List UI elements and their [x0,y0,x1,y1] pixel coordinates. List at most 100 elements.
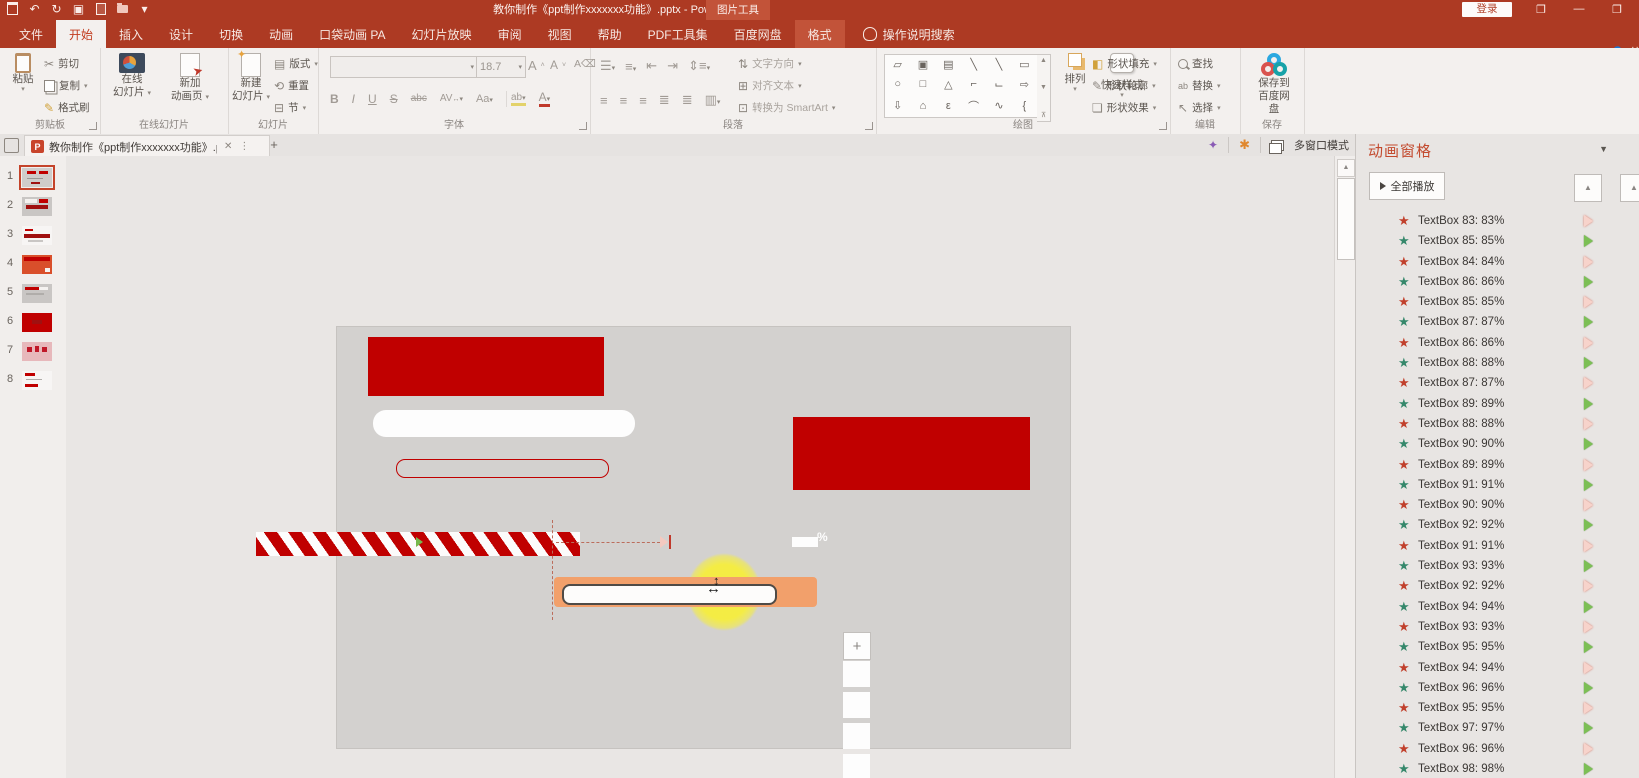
slide-thumbnail-1[interactable] [22,168,52,187]
shape-icon[interactable]: ○ [894,78,901,90]
shape-icon[interactable]: ╲ [970,58,977,71]
tab-more-icon[interactable]: ⋮ [239,141,249,152]
save-to-baidu-button[interactable]: 保存到 百度网盘 [1254,53,1294,116]
move-later-button[interactable]: ▲ [1620,174,1639,202]
progress-inner-box[interactable] [562,584,777,605]
tab-切换[interactable]: 切换 [206,20,256,48]
open-folder-icon[interactable] [116,2,129,15]
outdent-icon[interactable]: ⇤ [646,58,657,74]
section-button[interactable]: ⊟节▾ [274,100,306,115]
tab-帮助[interactable]: 帮助 [585,20,635,48]
shape-icon[interactable]: ▱ [893,58,901,71]
anim-item[interactable]: ★TextBox 96: 96% [1356,740,1639,760]
tab-插入[interactable]: 插入 [106,20,156,48]
anim-item[interactable]: ★TextBox 93: 93% [1356,618,1639,638]
new-tab-button[interactable]: + [266,137,282,153]
redo-icon[interactable]: ↻ [50,2,63,15]
shape-icon[interactable]: ⇩ [893,99,902,112]
white-cell[interactable] [843,754,870,778]
columns-icon[interactable]: ▥▾ [705,92,721,108]
text-direction-button[interactable]: ⇅文字方向▾ [738,56,802,71]
red-outlined-bar[interactable] [396,459,609,478]
anim-item[interactable]: ★TextBox 97: 97% [1356,719,1639,739]
anim-item[interactable]: ★TextBox 89: 89% [1356,395,1639,415]
white-cell[interactable] [843,661,870,687]
anim-item[interactable]: ★TextBox 90: 90% [1356,496,1639,516]
anim-item[interactable]: ★TextBox 87: 87% [1356,374,1639,394]
shape-icon[interactable]: ⌂ [920,100,927,112]
new-slide-button[interactable]: ✦ 新建 幻灯片 ▾ [232,53,270,103]
chevron-down-icon[interactable]: ▼ [1599,144,1608,154]
anim-item[interactable]: ★TextBox 90: 90% [1356,435,1639,455]
select-button[interactable]: ↖选择▾ [1178,100,1221,115]
white-rounded-bar[interactable] [373,410,635,437]
align-center-icon[interactable]: ≡ [620,93,628,108]
anim-item[interactable]: ★TextBox 91: 91% [1356,476,1639,496]
login-button[interactable]: 登录 [1462,2,1512,17]
justify-icon[interactable]: ≣ [659,92,670,108]
change-case-button[interactable]: Aa▾ [476,93,493,105]
reset-button[interactable]: ⟲重置 [274,78,309,93]
shape-icon[interactable]: ▤ [943,58,953,71]
undo-icon[interactable]: ↶ [28,2,41,15]
move-earlier-button[interactable]: ▲ [1574,174,1602,202]
white-cell[interactable] [843,692,870,718]
plus-cell[interactable]: + [843,632,871,660]
multi-window-label[interactable]: 多窗口模式 [1294,137,1349,153]
anim-item[interactable]: ★TextBox 91: 91% [1356,537,1639,557]
italic-button[interactable]: I [352,92,355,106]
anim-item[interactable]: ★TextBox 85: 85% [1356,293,1639,313]
copy-button[interactable]: 复制▾ [44,78,88,93]
tab-审阅[interactable]: 审阅 [485,20,535,48]
subscript-abc-button[interactable]: abc [411,93,427,104]
play-all-button[interactable]: 全部播放 [1369,172,1445,200]
replace-button[interactable]: ab替换▾ [1178,78,1221,93]
anim-item[interactable]: ★TextBox 96: 96% [1356,679,1639,699]
online-slides-button[interactable]: 在线 幻灯片 ▾ [108,53,156,99]
shape-outline-button[interactable]: ✎形状轮廓▾ [1092,78,1156,93]
anim-item[interactable]: ★TextBox 84: 84% [1356,253,1639,273]
scrollbar-thumb[interactable] [1337,178,1355,260]
new-animation-page-button[interactable]: ➤ 新加 动画页 ▾ [164,53,216,103]
font-name-combo[interactable]: ▾ [330,56,478,78]
red-rectangle-right[interactable] [793,417,1030,490]
anim-item[interactable]: ★TextBox 88: 88% [1356,415,1639,435]
slide-thumbnail-8[interactable] [22,371,52,390]
tab-视图[interactable]: 视图 [535,20,585,48]
shape-icon[interactable]: ╲ [996,58,1003,71]
document-tab[interactable]: P 教你制作《ppt制作xxxxxxx功能》.pptx ✕ ⋮ [24,135,270,157]
numbering-icon[interactable]: ≡▾ [625,59,636,74]
shape-icon[interactable]: ⌒ [968,98,979,114]
anim-item[interactable]: ★TextBox 87: 87% [1356,313,1639,333]
highlight-color-button[interactable]: ab▾ [511,92,526,106]
anim-item[interactable]: ★TextBox 86: 86% [1356,273,1639,293]
close-tab-icon[interactable]: ✕ [224,141,232,152]
shape-icon[interactable]: ▣ [918,58,928,71]
tab-格式[interactable]: 格式 [795,20,845,48]
align-left-icon[interactable]: ≡ [600,93,608,108]
strikethrough-button[interactable]: S [390,92,398,106]
anim-item[interactable]: ★TextBox 85: 85% [1356,232,1639,252]
cut-button[interactable]: ✂剪切 [44,56,79,71]
tab-文件[interactable]: 文件 [6,20,56,48]
anim-item[interactable]: ★TextBox 94: 94% [1356,659,1639,679]
scroll-up-icon[interactable]: ▲ [1337,159,1355,177]
layout-button[interactable]: ▤版式▾ [274,56,318,71]
pane-toggle-icon[interactable] [4,138,19,153]
minimize-icon[interactable]: — [1570,3,1588,15]
qat-customize-icon[interactable]: ▾ [138,2,151,15]
shape-icon[interactable]: □ [920,78,927,90]
slide-thumbnail-4[interactable] [22,255,52,274]
shrink-font-button[interactable]: A˅ [550,58,566,72]
slide-thumbnail-7[interactable] [22,342,52,361]
distribute-icon[interactable]: ≣ [682,92,693,108]
shape-icon[interactable]: ∿ [994,99,1003,112]
anim-item[interactable]: ★TextBox 94: 94% [1356,598,1639,618]
tab-PDF工具集[interactable]: PDF工具集 [635,20,721,48]
smartart-button[interactable]: ⊡转换为 SmartArt▾ [738,100,835,115]
font-size-combo[interactable]: 18.7▾ [476,56,526,78]
anim-item[interactable]: ★TextBox 86: 86% [1356,334,1639,354]
ribbon-display-options-icon[interactable]: ❐ [1532,3,1550,16]
font-dialog-launcher[interactable] [579,122,587,130]
anim-item[interactable]: ★TextBox 92: 92% [1356,577,1639,597]
